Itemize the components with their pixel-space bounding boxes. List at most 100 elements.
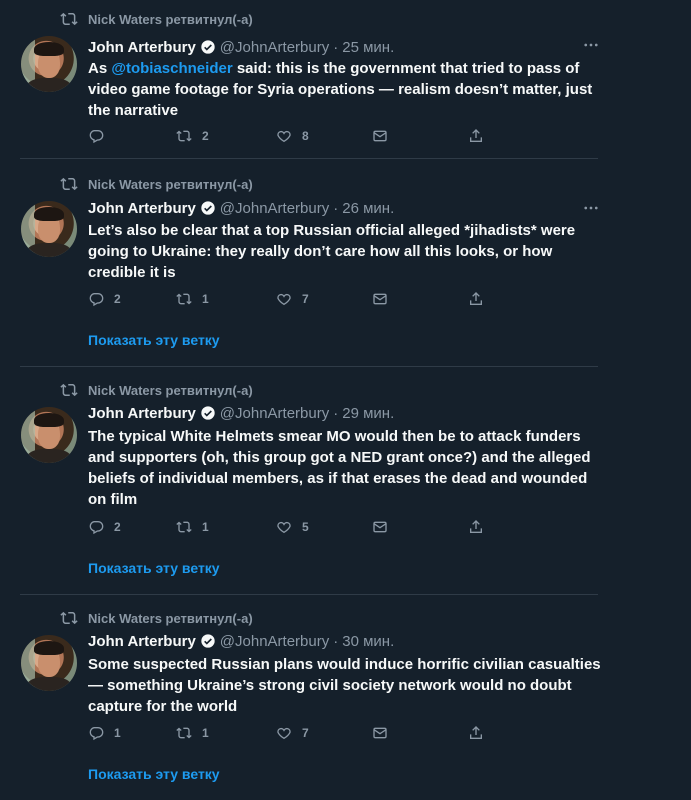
like-count: 5 [302,520,309,534]
retweet-button[interactable]: 1 [176,291,209,307]
share-button[interactable] [468,519,484,535]
reply-icon [89,521,104,535]
like-count: 7 [302,292,309,306]
tweet-card[interactable]: Nick Waters ретвитнул(-а) John Arterbury… [0,0,691,159]
author-name[interactable]: John Arterbury [88,200,196,217]
tweet-text: Let’s also be clear that a top Russian o… [88,220,608,283]
share-icon [470,520,482,533]
show-thread-link[interactable]: Показать эту ветку [88,560,220,576]
tweet-header: John Arterbury @JohnArterbury · 25 мин. [88,36,394,58]
retweet-label: Nick Waters ретвитнул(-а) [88,382,253,398]
author-handle[interactable]: @JohnArterbury [220,39,329,56]
tweet-card[interactable]: Nick Waters ретвитнул(-а) John Arterbury… [0,595,691,800]
retweet-context[interactable]: Nick Waters ретвитнул(-а) [60,609,253,627]
reply-count: 2 [114,520,121,534]
share-button[interactable] [468,725,484,741]
tweet-actions: 2 1 7 [88,291,508,311]
show-thread-link[interactable]: Показать эту ветку [88,332,220,348]
tweet-card[interactable]: Nick Waters ретвитнул(-а) John Arterbury… [0,367,691,595]
tweet-time[interactable]: 26 мин. [342,200,394,217]
like-count: 7 [302,726,309,740]
like-button[interactable]: 5 [276,519,309,535]
author-name[interactable]: John Arterbury [88,39,196,56]
share-button[interactable] [468,128,484,144]
message-button[interactable] [372,725,388,741]
tweet-card[interactable]: Nick Waters ретвитнул(-а) John Arterbury… [0,159,691,367]
like-button[interactable]: 7 [276,291,309,307]
share-button[interactable] [468,291,484,307]
retweet-context[interactable]: Nick Waters ретвитнул(-а) [60,10,253,28]
retweet-button[interactable]: 2 [176,128,209,144]
avatar[interactable] [21,407,77,463]
retweet-icon [60,383,78,397]
retweet-icon [60,611,78,625]
retweet-context[interactable]: Nick Waters ретвитнул(-а) [60,175,253,193]
message-button[interactable] [372,519,388,535]
retweet-icon [60,12,78,26]
tweet-header: John Arterbury @JohnArterbury · 29 мин. [88,402,394,424]
retweet-icon [176,130,192,142]
like-button[interactable]: 8 [276,128,309,144]
avatar[interactable] [21,201,77,257]
envelope-icon [373,293,387,305]
reply-count: 1 [114,726,121,740]
retweet-icon [60,177,78,191]
tweet-text-body: The typical White Helmets smear MO would… [88,428,591,508]
retweet-label: Nick Waters ретвитнул(-а) [88,11,253,27]
retweet-context[interactable]: Nick Waters ретвитнул(-а) [60,381,253,399]
tweet-time[interactable]: 30 мин. [342,633,394,650]
author-handle[interactable]: @JohnArterbury [220,633,329,650]
more-icon[interactable] [582,199,600,217]
heart-icon [277,293,291,306]
retweet-icon [176,293,192,305]
like-count: 8 [302,129,309,143]
mention-link[interactable]: @tobiaschneider [111,60,232,77]
share-icon [470,292,482,305]
tweet-actions: 2 1 5 [88,519,508,539]
author-handle[interactable]: @JohnArterbury [220,200,329,217]
tweet-text: As @tobiaschneider said: this is the gov… [88,58,608,121]
envelope-icon [373,130,387,142]
tweet-time[interactable]: 29 мин. [342,405,394,422]
reply-button[interactable] [88,128,114,144]
heart-icon [277,727,291,740]
separator-dot: · [333,199,339,217]
heart-icon [277,521,291,534]
heart-icon [277,130,291,143]
retweet-count: 2 [202,129,209,143]
verified-badge-icon [201,40,215,54]
message-button[interactable] [372,291,388,307]
author-name[interactable]: John Arterbury [88,633,196,650]
tweet-header: John Arterbury @JohnArterbury · 30 мин. [88,630,394,652]
tweet-text-prefix: As [88,60,112,77]
envelope-icon [373,727,387,739]
verified-badge-icon [201,201,215,215]
show-thread-link[interactable]: Показать эту ветку [88,766,220,782]
retweet-label: Nick Waters ретвитнул(-а) [88,176,253,192]
more-icon[interactable] [582,36,600,54]
tweet-text: Some suspected Russian plans would induc… [88,654,608,717]
reply-icon [89,130,104,144]
like-button[interactable]: 7 [276,725,309,741]
verified-badge-icon [201,634,215,648]
reply-button[interactable]: 1 [88,725,121,741]
reply-button[interactable]: 2 [88,519,121,535]
message-button[interactable] [372,128,388,144]
retweet-button[interactable]: 1 [176,519,209,535]
retweet-count: 1 [202,726,209,740]
tweet-time[interactable]: 25 мин. [342,39,394,56]
separator-dot: · [333,38,339,56]
avatar[interactable] [21,635,77,691]
tweet-actions: 1 1 7 [88,725,508,745]
tweet-header: John Arterbury @JohnArterbury · 26 мин. [88,197,394,219]
envelope-icon [373,521,387,533]
tweet-text-body: Let’s also be clear that a top Russian o… [88,222,576,281]
author-name[interactable]: John Arterbury [88,405,196,422]
separator-dot: · [333,632,339,650]
reply-button[interactable]: 2 [88,291,121,307]
avatar[interactable] [21,36,77,92]
retweet-label: Nick Waters ретвитнул(-а) [88,610,253,626]
retweet-icon [176,521,192,533]
retweet-button[interactable]: 1 [176,725,209,741]
author-handle[interactable]: @JohnArterbury [220,405,329,422]
